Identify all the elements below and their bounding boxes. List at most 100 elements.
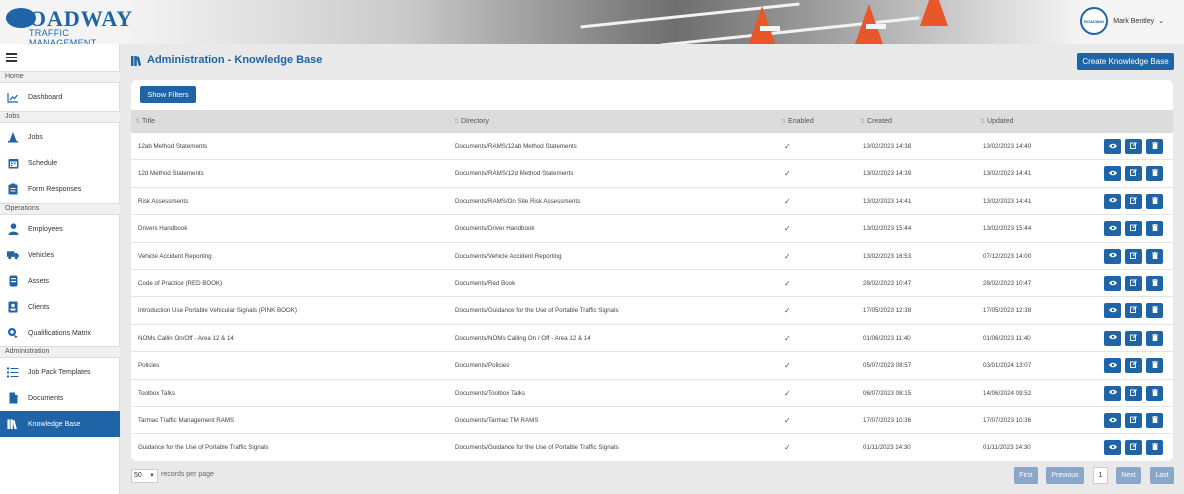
edit-button[interactable] — [1125, 139, 1142, 154]
delete-button[interactable] — [1146, 221, 1163, 237]
check-icon: ✓ — [784, 416, 791, 425]
delete-button[interactable] — [1146, 248, 1163, 264]
page-title: Administration - Knowledge Base — [147, 54, 323, 66]
cell-directory: Documents/Policies — [455, 362, 510, 370]
delete-button[interactable] — [1146, 440, 1163, 456]
view-button[interactable] — [1104, 440, 1121, 456]
delete-button[interactable] — [1146, 330, 1163, 346]
edit-button[interactable] — [1125, 330, 1142, 346]
page-size-select[interactable]: 50 ▼ — [131, 469, 158, 483]
column-header-updated[interactable]: ⇅ Updated — [980, 110, 1014, 133]
table-row: Policies Documents/Policies ✓ 05/07/2023 08… — [131, 352, 1173, 380]
view-button[interactable] — [1104, 276, 1121, 291]
sidebar-item-jobs[interactable]: Jobs — [0, 124, 120, 150]
cell-title: Toolbox Talks — [138, 389, 176, 397]
edit-button[interactable] — [1125, 413, 1142, 428]
view-button[interactable] — [1104, 413, 1121, 428]
cell-updated: 13/02/2023 14:40 — [983, 143, 1032, 150]
delete-button[interactable] — [1146, 193, 1163, 209]
delete-button[interactable] — [1146, 139, 1163, 154]
cell-title: Introduction Use Portable Vehicular Sign… — [138, 307, 297, 315]
sidebar-item-assets[interactable]: Assets — [0, 268, 120, 294]
file-icon — [7, 392, 19, 404]
sidebar-item-job-pack-templates[interactable]: Job Pack Templates — [0, 359, 120, 385]
delete-button[interactable] — [1146, 385, 1163, 401]
eye-icon — [1108, 417, 1117, 425]
table-row: Code of Practice (RED BOOK) Documents/Red… — [131, 270, 1173, 298]
column-header-directory[interactable]: ⇅ Directory — [454, 110, 489, 133]
edit-icon — [1130, 333, 1137, 343]
sidebar-item-label: Vehicles — [28, 251, 55, 259]
sidebar-item-knowledge-base[interactable]: Knowledge Base — [0, 411, 120, 437]
view-button[interactable] — [1104, 139, 1121, 154]
cell-updated: 13/02/2023 14:41 — [983, 197, 1032, 205]
view-button[interactable] — [1104, 166, 1121, 182]
cell-updated: 13/02/2023 14:41 — [983, 170, 1032, 178]
edit-button[interactable] — [1125, 440, 1142, 456]
edit-button[interactable] — [1125, 276, 1142, 291]
knowledge-base-card: Show Filters ⇅ Title ⇅ Directory ⇅ Enabled … — [131, 80, 1173, 461]
sidebar-item-dashboard[interactable]: Dashboard — [0, 84, 120, 110]
view-button[interactable] — [1104, 303, 1121, 319]
cell-title: 12ab Method Statements — [138, 143, 208, 150]
sidebar-item-vehicles[interactable]: Vehicles — [0, 242, 120, 268]
cell-created: 13/02/2023 15:44 — [863, 225, 912, 233]
sidebar-item-label: Job Pack Templates — [28, 368, 91, 376]
edit-button[interactable] — [1125, 166, 1142, 182]
view-button[interactable] — [1104, 193, 1121, 209]
delete-button[interactable] — [1146, 166, 1163, 182]
view-button[interactable] — [1104, 330, 1121, 346]
delete-button[interactable] — [1146, 276, 1163, 291]
view-button[interactable] — [1104, 248, 1121, 264]
sidebar-item-documents[interactable]: Documents — [0, 385, 120, 411]
eye-icon — [1108, 143, 1117, 151]
edit-button[interactable] — [1125, 358, 1142, 374]
view-button[interactable] — [1104, 385, 1121, 401]
cell-title: Risk Assessments — [138, 197, 189, 205]
sidebar-item-form-responses[interactable]: Form Responses — [0, 176, 120, 202]
cell-directory: Documents/Guidance for the Use of Portab… — [455, 307, 619, 315]
delete-button[interactable] — [1146, 413, 1163, 428]
eye-icon — [1108, 307, 1117, 315]
edit-button[interactable] — [1125, 303, 1142, 319]
user-menu[interactable]: ROADWAY Mark Bentley ⌄ — [1080, 7, 1164, 35]
delete-button[interactable] — [1146, 358, 1163, 374]
column-header-created[interactable]: ⇅ Created — [860, 110, 892, 133]
edit-button[interactable] — [1125, 385, 1142, 401]
view-button[interactable] — [1104, 358, 1121, 374]
company-logo[interactable]: ROADWAY TRAFFIC MANAGEMENT — [4, 4, 134, 44]
sidebar-item-label: Employees — [28, 225, 63, 233]
menu-icon[interactable] — [6, 53, 17, 62]
delete-button[interactable] — [1146, 303, 1163, 319]
eye-icon — [1108, 362, 1117, 370]
sidebar-item-clients[interactable]: Clients — [0, 294, 120, 320]
edit-button[interactable] — [1125, 221, 1142, 237]
user-icon — [7, 223, 19, 235]
current-page-number[interactable]: 1 — [1093, 467, 1108, 484]
last-page-button[interactable]: Last — [1150, 467, 1174, 484]
sidebar-item-schedule[interactable]: Schedule — [0, 150, 120, 176]
column-header-title[interactable]: ⇅ Title — [135, 110, 155, 133]
sidebar-item-qualifications-matrix[interactable]: Qualifications Matrix — [0, 320, 120, 346]
column-header-enabled[interactable]: ⇅ Enabled — [781, 110, 814, 133]
logo-subtitle: TRAFFIC MANAGEMENT — [29, 28, 97, 44]
cell-created: 13/02/2023 14:38 — [863, 143, 912, 150]
books-icon — [131, 55, 142, 66]
trash-icon — [1151, 361, 1158, 370]
show-filters-button[interactable]: Show Filters — [140, 86, 196, 103]
cell-created: 06/07/2023 08:15 — [863, 389, 912, 397]
edit-icon — [1130, 361, 1137, 370]
cell-created: 13/02/2023 16:53 — [863, 252, 912, 260]
previous-page-button[interactable]: Previous — [1046, 467, 1084, 484]
edit-button[interactable] — [1125, 248, 1142, 264]
edit-button[interactable] — [1125, 193, 1142, 209]
sidebar-section-home: Home — [0, 71, 120, 83]
next-page-button[interactable]: Next — [1116, 467, 1141, 484]
cell-directory: Documents/Red Book — [455, 280, 516, 287]
view-button[interactable] — [1104, 221, 1121, 237]
create-knowledge-base-button[interactable]: Create Knowledge Base — [1077, 53, 1174, 70]
check-icon: ✓ — [784, 142, 791, 151]
sidebar-item-employees[interactable]: Employees — [0, 216, 120, 242]
first-page-button[interactable]: First — [1014, 467, 1038, 484]
cell-directory: Documents/Vehicle Accident Reporting — [455, 252, 562, 260]
